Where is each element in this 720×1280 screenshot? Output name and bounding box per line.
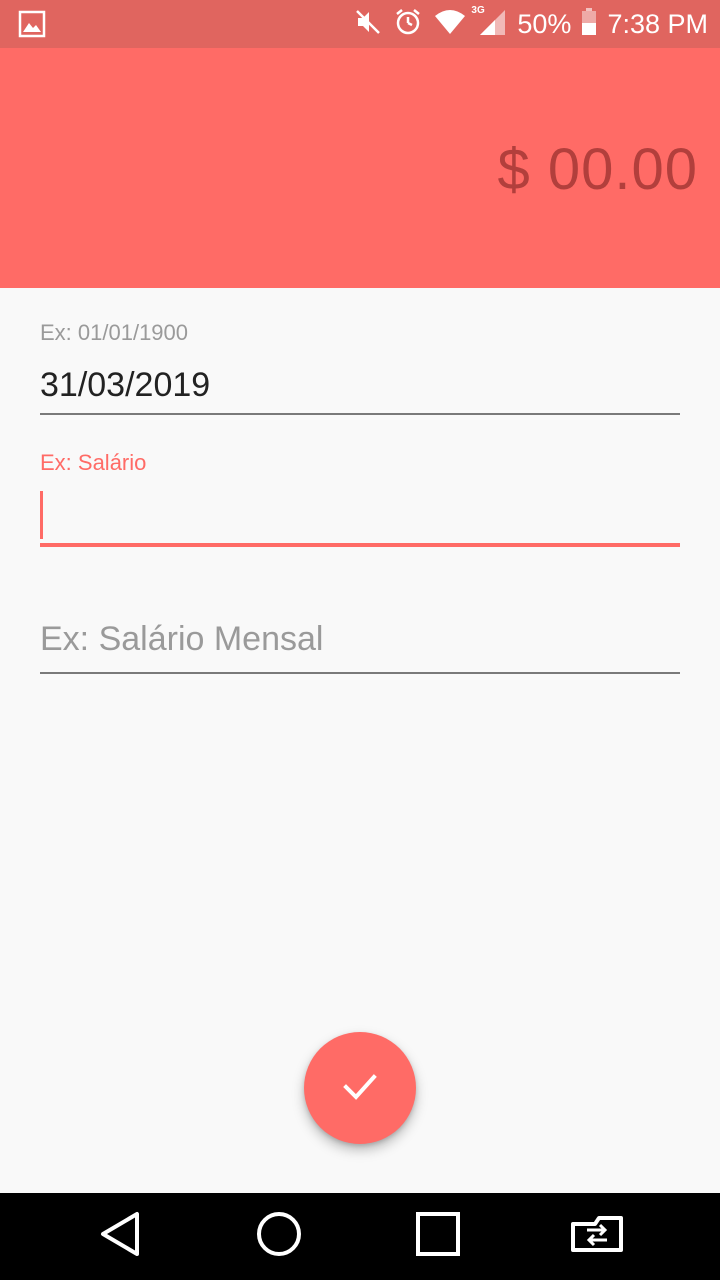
recents-button[interactable] [408, 1211, 468, 1261]
date-field-label: Ex: 01/01/1900 [40, 320, 189, 345]
confirm-button[interactable] [304, 1032, 416, 1144]
description-field[interactable]: Ex: Salário Mensal [40, 620, 680, 680]
home-icon [255, 1210, 303, 1263]
network-type-label: 3G [471, 4, 485, 16]
back-icon [97, 1210, 143, 1263]
description-field-placeholder: Ex: Salário Mensal [40, 620, 324, 658]
total-amount: $ 00.00 [497, 137, 698, 202]
alarm-icon [393, 7, 423, 42]
image-notification-icon [18, 10, 46, 43]
amount-header: $ 00.00 [0, 48, 720, 288]
home-button[interactable] [249, 1211, 309, 1261]
clock: 7:38 PM [607, 8, 708, 39]
switch-apps-button[interactable] [567, 1211, 627, 1261]
check-icon [340, 1066, 380, 1111]
value-field[interactable]: Ex: Salário [40, 450, 680, 550]
value-field-label: Ex: Salário [40, 450, 147, 475]
text-cursor [40, 491, 43, 539]
value-field-input[interactable] [40, 492, 680, 532]
switch-icon [569, 1214, 625, 1259]
signal-icon: 3G [471, 5, 507, 42]
status-bar: 3G 50% 7:38 PM [0, 0, 720, 48]
date-field-value: 31/03/2019 [40, 366, 211, 404]
date-field-underline [40, 413, 680, 415]
battery-icon [581, 7, 597, 42]
wifi-icon [433, 7, 467, 42]
navigation-bar [0, 1193, 720, 1280]
date-field[interactable]: Ex: 01/01/1900 31/03/2019 [40, 320, 680, 420]
recents-icon [415, 1211, 461, 1262]
description-field-underline [40, 672, 680, 674]
mute-icon [353, 7, 383, 42]
battery-percent: 50% [517, 8, 572, 39]
back-button[interactable] [90, 1211, 150, 1261]
value-field-underline [40, 543, 680, 547]
